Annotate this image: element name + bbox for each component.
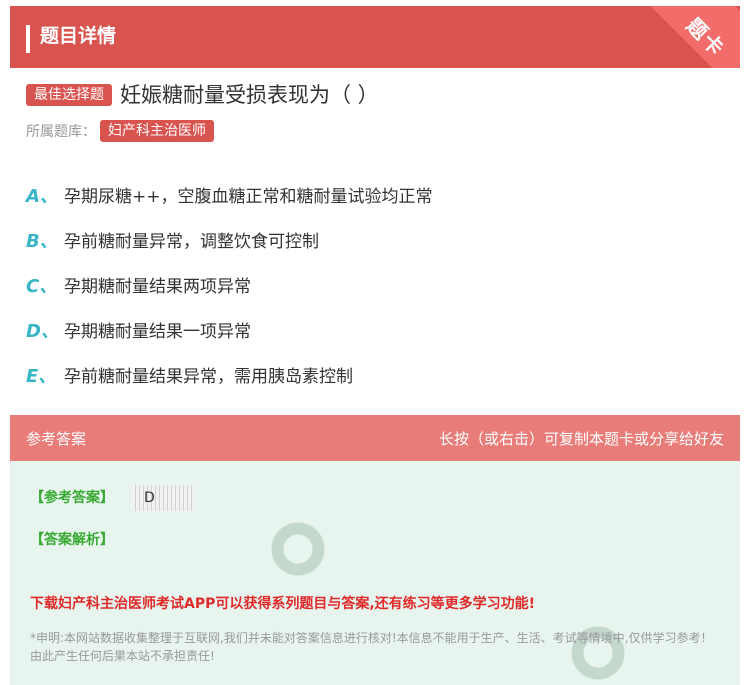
share-hint: 长按（或右击）可复制本题卡或分享给好友 — [438, 429, 724, 448]
watermark-logo-icon — [262, 513, 334, 585]
option-letter: A、 — [26, 185, 58, 207]
option-c[interactable]: C、 孕期糖耐量结果两项异常 — [26, 262, 726, 307]
question-bank-row: 所属题库： 妇产科主治医师 — [26, 120, 214, 142]
header-accent-bar — [26, 25, 30, 53]
option-b[interactable]: B、 孕前糖耐量异常，调整饮食可控制 — [26, 217, 726, 262]
option-text: 孕期糖耐量结果一项异常 — [64, 322, 251, 342]
page-title: 题目详情 — [40, 25, 117, 47]
corner-ribbon-label: 题卡 — [681, 13, 730, 62]
option-letter: B、 — [26, 230, 58, 252]
option-letter: C、 — [26, 275, 58, 297]
option-text: 孕前糖耐量异常，调整饮食可控制 — [64, 232, 319, 252]
option-text: 孕期尿糖++，空腹血糖正常和糖耐量试验均正常 — [64, 187, 433, 207]
answer-section-title: 参考答案 — [26, 429, 87, 448]
options-list: A、 孕期尿糖++，空腹血糖正常和糖耐量试验均正常 B、 孕前糖耐量异常，调整饮… — [26, 172, 726, 397]
option-a[interactable]: A、 孕期尿糖++，空腹血糖正常和糖耐量试验均正常 — [26, 172, 726, 217]
option-text: 孕前糖耐量结果异常，需用胰岛素控制 — [64, 367, 353, 387]
option-e[interactable]: E、 孕前糖耐量结果异常，需用胰岛素控制 — [26, 352, 726, 397]
app-download-link[interactable]: 下载妇产科主治医师考试APP可以获得系列题目与答案,还有练习等更多学习功能! — [30, 593, 535, 613]
corner-ribbon: 题卡 — [647, 6, 740, 68]
answer-label: 【参考答案】 — [30, 490, 114, 506]
option-d[interactable]: D、 孕期糖耐量结果一项异常 — [26, 307, 726, 352]
disclaimer-text: *申明:本网站数据收集整理于互联网,我们并未能对答案信息进行核对!本信息不能用于… — [30, 631, 713, 663]
page-header: 题目详情 题卡 — [10, 6, 740, 68]
question-row: 最佳选择题 妊娠糖耐量受损表现为（ ） — [26, 82, 730, 108]
question-type-badge: 最佳选择题 — [26, 84, 112, 106]
analysis-label: 【答案解析】 — [30, 532, 114, 548]
answer-section-header: 参考答案 长按（或右击）可复制本题卡或分享给好友 — [10, 415, 740, 461]
option-letter: D、 — [26, 320, 59, 342]
question-bank-link[interactable]: 妇产科主治医师 — [100, 120, 214, 142]
question-bank-label: 所属题库： — [26, 124, 96, 140]
option-text: 孕期糖耐量结果两项异常 — [64, 277, 251, 297]
answer-value: D — [132, 485, 194, 511]
option-letter: E、 — [26, 365, 57, 387]
question-text: 妊娠糖耐量受损表现为（ ） — [120, 83, 379, 107]
answer-panel: 【参考答案】 D 【答案解析】 下载妇产科主治医师考试APP可以获得系列题目与答… — [10, 461, 740, 685]
